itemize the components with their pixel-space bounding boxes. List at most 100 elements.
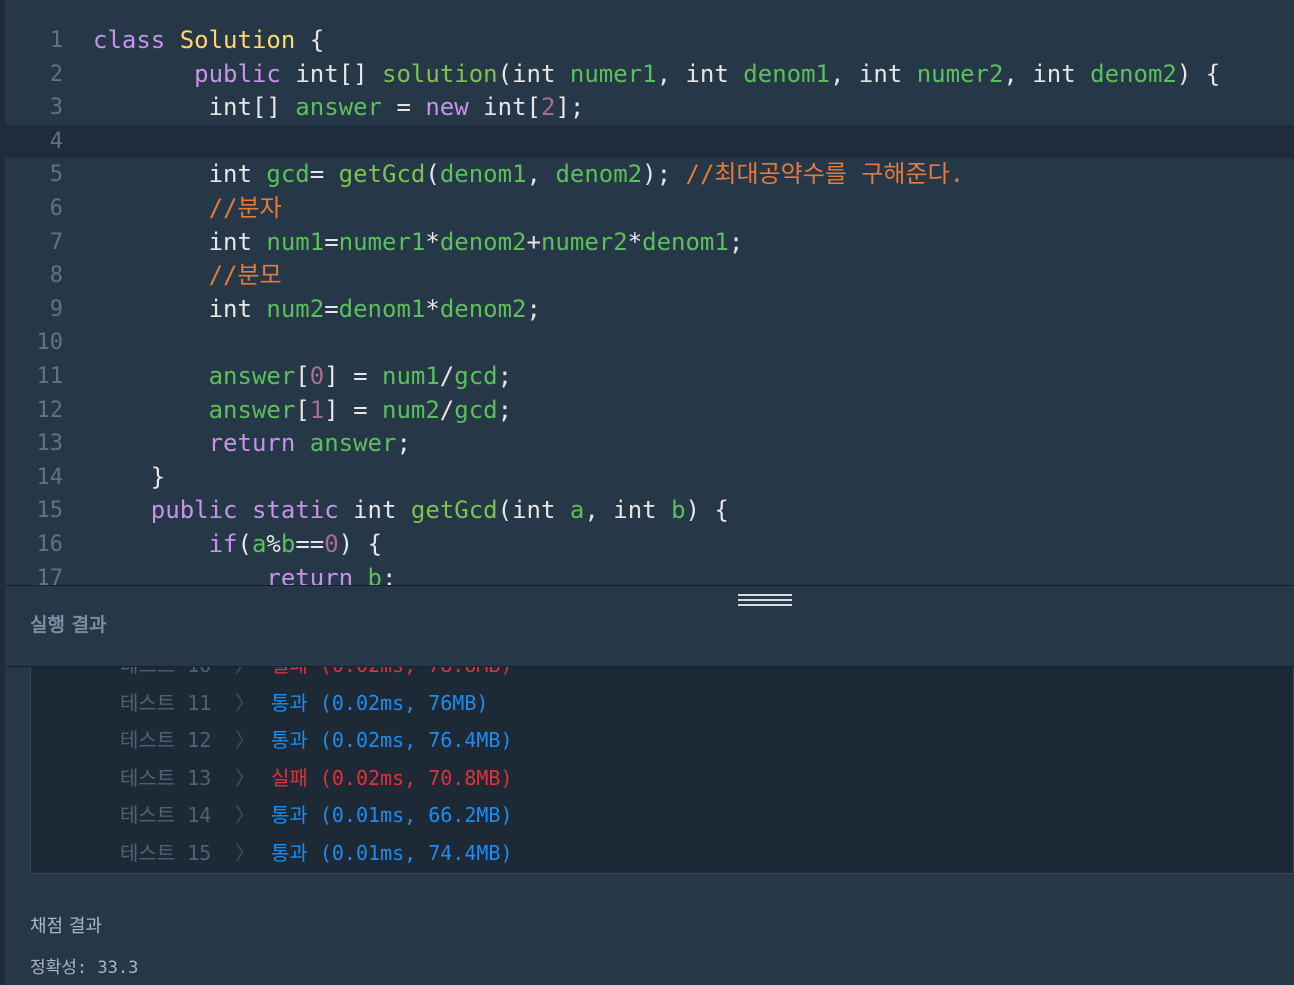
code-token: gcd: [454, 395, 498, 424]
line-number: 7: [49, 229, 63, 255]
line-number: 13: [36, 431, 64, 457]
code-token: ,: [1003, 59, 1033, 88]
code-token: ;: [396, 429, 411, 458]
line-number: 17: [36, 565, 64, 586]
test-label: 테스트 14: [120, 803, 212, 827]
app-window: 1 class Solution {2 public int[] solution…: [0, 0, 1294, 985]
code-token: numer2: [540, 227, 628, 256]
code-token: (: [497, 496, 513, 525]
code-line[interactable]: 10: [5, 326, 1294, 360]
code-line[interactable]: 5 int gcd= getGcd(denom1, denom2); //최대공…: [5, 158, 1294, 192]
test-status-pass: 통과 (0.01ms, 74.4MB): [271, 840, 513, 865]
code-token: ];: [555, 93, 585, 122]
code-token: 0: [309, 361, 325, 390]
test-label: 테스트 15: [120, 840, 212, 865]
code-line[interactable]: 6 //분자: [5, 192, 1294, 226]
code-token: answer: [309, 429, 397, 458]
code-token: Solution: [179, 26, 296, 54]
code-token: *: [425, 227, 440, 256]
code-token: int: [1032, 59, 1076, 88]
test-status-fail: 실패 (0.02ms, 78.6MB): [271, 667, 513, 685]
code-token: b: [671, 496, 686, 525]
code-token: public: [194, 59, 281, 88]
code-token: denom1: [743, 59, 830, 88]
chevron-right-icon: 〉: [235, 765, 255, 790]
code-token: new: [425, 93, 469, 122]
code-token: int: [208, 227, 252, 256]
line-number: 16: [36, 531, 64, 557]
code-token: =: [309, 160, 339, 189]
code-line[interactable]: 7 int num1=numer1*denom2+numer2*denom1;: [5, 226, 1294, 260]
code-token: //최대공약수를 구해준다.: [685, 160, 965, 189]
test-result-row: 테스트 11 〉 통과 (0.02ms, 76MB): [31, 685, 1293, 723]
code-token: denom2: [1090, 59, 1177, 88]
test-result-row: 테스트 12 〉 통과 (0.02ms, 76.4MB): [31, 722, 1293, 760]
code-token: [: [295, 361, 310, 390]
code-token: *: [425, 294, 440, 323]
code-token: //분자: [208, 193, 282, 222]
code-token: a: [569, 496, 585, 525]
code-line[interactable]: 9 int num2=denom1*denom2;: [5, 293, 1294, 327]
code-token: }: [93, 462, 166, 491]
test-result-row: 테스트 14 〉 통과 (0.01ms, 66.2MB): [31, 797, 1293, 835]
code-token: int: [512, 59, 556, 88]
test-label: 테스트 11: [120, 690, 212, 715]
code-token: denom1: [338, 294, 426, 323]
code-line[interactable]: 2 public int[] solution(int numer1, int …: [5, 58, 1294, 92]
code-line[interactable]: 4: [5, 124, 1294, 159]
code-token: solution: [382, 59, 498, 88]
code-token: ) {: [338, 529, 383, 558]
code-text: }: [93, 461, 165, 495]
code-line[interactable]: 12 answer[1] = num2/gcd;: [5, 394, 1294, 428]
code-token: 0: [324, 529, 339, 558]
code-text: int[] answer = new int[2];: [93, 91, 585, 125]
code-text: if(a%b==0) {: [93, 528, 382, 562]
line-number: 14: [36, 464, 64, 490]
code-token: ,: [830, 59, 859, 88]
code-line[interactable]: 16 if(a%b==0) {: [5, 528, 1294, 562]
code-token: ==: [295, 529, 325, 558]
code-token: ] =: [324, 395, 382, 424]
code-token: =: [382, 93, 426, 122]
chevron-right-icon: 〉: [235, 690, 255, 715]
grading-title: 채점 결과: [30, 916, 102, 937]
code-line[interactable]: 13 return answer;: [5, 427, 1294, 461]
code-editor[interactable]: 1 class Solution {2 public int[] solution…: [5, 0, 1294, 585]
code-line[interactable]: 11 answer[0] = num1/gcd;: [5, 360, 1294, 394]
code-line[interactable]: 1 class Solution {: [5, 24, 1294, 58]
code-token: ] =: [324, 361, 382, 390]
code-line[interactable]: 14 }: [5, 461, 1294, 495]
code-token: =: [324, 294, 339, 323]
code-token: denom1: [642, 227, 729, 256]
code-token: =: [324, 227, 339, 256]
code-token: denom2: [439, 294, 527, 323]
code-text: answer[1] = num2/gcd;: [93, 394, 512, 428]
code-token: denom1: [439, 160, 527, 189]
resize-handle-icon[interactable]: [738, 594, 792, 608]
test-status-pass: 통과 (0.02ms, 76.4MB): [271, 728, 513, 752]
code-token: answer: [208, 361, 296, 390]
line-number: 15: [36, 498, 64, 524]
code-line[interactable]: 8 //분모: [5, 259, 1294, 293]
code-token: *: [627, 227, 643, 256]
code-line[interactable]: 15 public static int getGcd(int a, int b…: [5, 494, 1294, 528]
code-token: return: [266, 563, 354, 586]
code-line[interactable]: 17 return b;: [5, 562, 1294, 586]
code-text: public static int getGcd(int a, int b) {: [93, 494, 729, 528]
test-results-panel[interactable]: 테스트 10 〉 실패 (0.02ms, 78.6MB) 테스트 11 〉 통과 (0.0…: [30, 667, 1294, 874]
code-token: %: [266, 529, 281, 558]
code-line[interactable]: 3 int[] answer = new int[2];: [5, 91, 1294, 125]
code-text: int gcd= getGcd(denom1, denom2); //최대공약수…: [93, 158, 965, 192]
